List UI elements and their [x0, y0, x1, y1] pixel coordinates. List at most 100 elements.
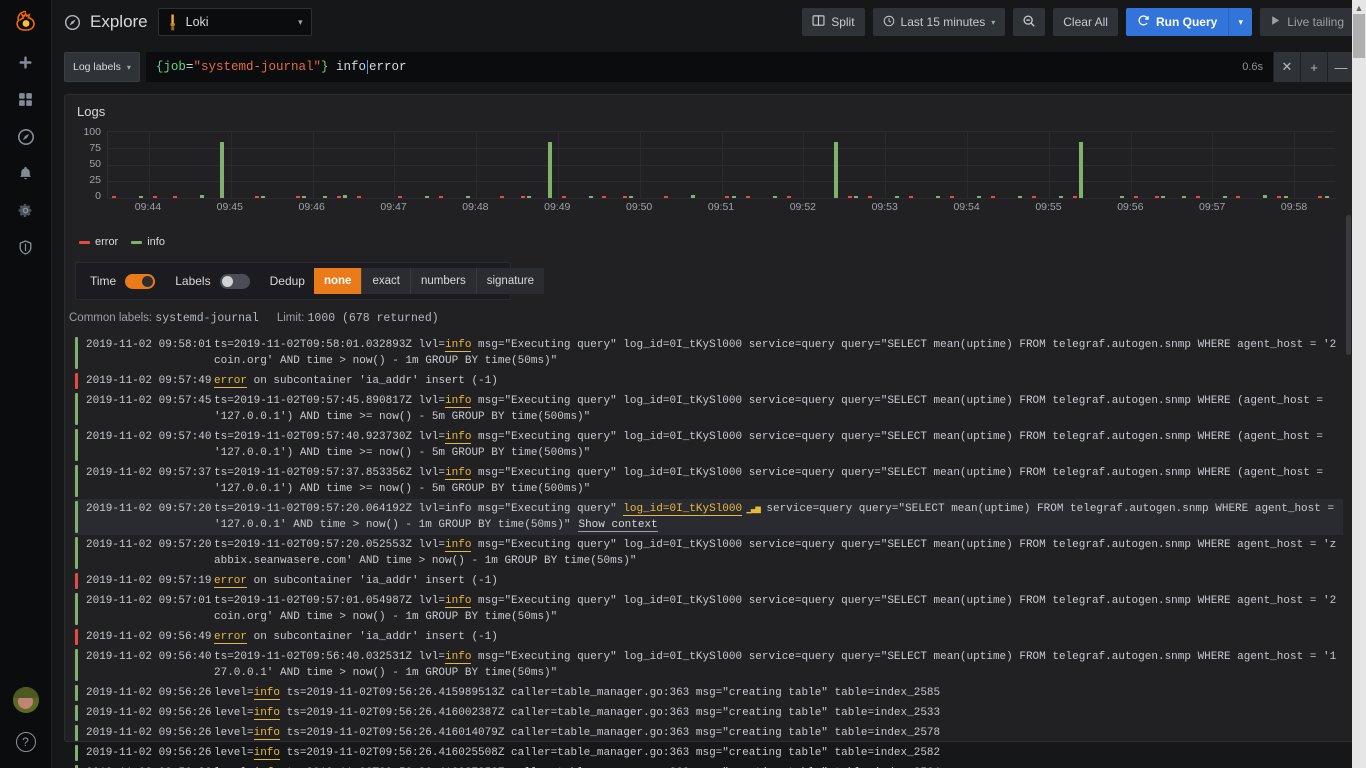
common-labels-label: Common labels: [69, 312, 153, 324]
log-row[interactable]: 2019-11-02 09:57:20 ts=2019-11-02T09:57:2… [75, 535, 1343, 571]
chevron-down-icon: ▾ [298, 16, 303, 27]
page-title-label: Explore [90, 12, 148, 31]
panel-scrollbar[interactable] [1346, 215, 1351, 355]
dedup-group: Dedup none exact numbers signature [270, 268, 545, 294]
log-row[interactable]: 2019-11-02 09:56:26level=info ts=2019-11… [75, 683, 1343, 703]
logs-histogram[interactable]: 100 75 50 25 0 09:44 09:45 09:46 09:47 09:48… [75, 127, 1343, 226]
log-row[interactable]: 2019-11-02 09:57:40 ts=2019-11-02T09:57:4… [75, 427, 1343, 463]
time-toggle[interactable] [125, 273, 156, 289]
chart-bar-error [152, 196, 157, 198]
log-level-token[interactable]: info [253, 747, 281, 760]
plus-icon: + [1310, 59, 1318, 75]
search-minus-icon [1022, 14, 1036, 31]
log-label-link[interactable]: log_id=0I_tKySl000 [623, 503, 743, 516]
sidebar-item-dashboards[interactable] [0, 81, 52, 118]
page-scrollbar[interactable]: ▲ [1352, 0, 1366, 768]
stats-bar-icon[interactable]: ▁▃▅ [742, 504, 761, 514]
log-level-token[interactable]: info [253, 707, 281, 720]
run-query-options-button[interactable]: ▾ [1228, 8, 1253, 36]
log-level-token[interactable]: info [253, 727, 281, 740]
chart-bar-info [854, 196, 859, 198]
query-input[interactable]: {job = "systemd-journal"} info error 0.6s [145, 52, 1273, 82]
sidebar-item-explore[interactable] [0, 118, 52, 155]
chart-bar-info [690, 195, 695, 198]
log-row[interactable]: 2019-11-02 09:58:01 ts=2019-11-02T09:58:0… [75, 335, 1343, 371]
chart-bar-error [500, 196, 505, 198]
add-query-button[interactable]: + [1300, 52, 1327, 82]
dedup-option-exact[interactable]: exact [362, 268, 411, 294]
grafana-logo[interactable] [0, 0, 52, 44]
log-message: ts=2019-11-02T09:57:40.923730Z lvl=info … [214, 431, 1323, 459]
log-message: ts=2019-11-02T09:57:37.853356Z lvl=info … [214, 467, 1323, 495]
sidebar-item-create[interactable] [0, 44, 52, 81]
log-row[interactable]: 2019-11-02 09:57:01 ts=2019-11-02T09:57:0… [75, 591, 1343, 627]
chart-bar-info [220, 141, 225, 198]
run-query-button[interactable]: Run Query [1125, 8, 1229, 36]
live-tailing-button[interactable]: Live tailing [1260, 8, 1354, 36]
log-level-token[interactable]: info [445, 395, 472, 408]
legend-item-error[interactable]: error [79, 236, 118, 248]
time-range-picker[interactable]: Last 15 minutes ▾ [872, 8, 1006, 36]
query-elapsed-time: 0.6s [1242, 61, 1263, 73]
log-level-token[interactable]: error [214, 575, 248, 588]
log-row[interactable]: 2019-11-02 09:56:40 ts=2019-11-02T09:56:4… [75, 647, 1343, 683]
dedup-option-none[interactable]: none [313, 268, 363, 294]
chart-bar-info [895, 196, 900, 198]
log-row[interactable]: 2019-11-02 09:56:26level=info ts=2019-11… [75, 723, 1343, 743]
log-level-token[interactable]: info [445, 339, 472, 352]
y-tick-100: 100 [83, 126, 101, 138]
zoom-out-time-button[interactable] [1013, 8, 1046, 36]
datasource-picker[interactable]: Loki ▾ [157, 8, 312, 36]
log-row[interactable]: 2019-11-02 09:56:49 error on subcontainer… [75, 627, 1343, 647]
split-button[interactable]: Split [802, 8, 865, 36]
log-row[interactable]: 2019-11-02 09:57:45 ts=2019-11-02T09:57:4… [75, 391, 1343, 427]
log-row[interactable]: 2019-11-02 09:57:19 error on subcontainer… [75, 571, 1343, 591]
log-level-token[interactable]: info [445, 539, 472, 552]
chart-bar-error [561, 196, 566, 198]
common-labels-value[interactable]: systemd-journal [155, 312, 259, 325]
x-tick-label: 09:46 [298, 201, 325, 213]
log-level-token[interactable]: info [253, 687, 281, 700]
logs-panel: Logs 100 75 50 25 0 09:44 09:45 09:46 09:47… [64, 94, 1354, 768]
log-message: level=info ts=2019-11-02T09:56:26.416025… [214, 747, 941, 760]
dedup-option-numbers[interactable]: numbers [410, 268, 477, 294]
log-level-token[interactable]: error [214, 631, 248, 644]
log-row[interactable]: 2019-11-02 09:57:20 ts=2019-11-02T09:57:2… [75, 499, 1343, 535]
log-row[interactable]: 2019-11-02 09:57:37 ts=2019-11-02T09:57:3… [75, 463, 1343, 499]
chart-bar-error [847, 196, 852, 198]
sidebar-item-server-admin[interactable] [0, 229, 52, 266]
log-level-token[interactable]: error [214, 375, 248, 388]
log-level-token[interactable]: info [445, 467, 472, 480]
chart-bar-error [1195, 196, 1200, 198]
toolbar-actions: Split Last 15 minutes ▾ Clear All Run Qu… [802, 8, 1354, 36]
log-row[interactable]: 2019-11-02 09:56:26level=info ts=2019-11… [75, 763, 1343, 768]
log-message: ts=2019-11-02T09:58:01.032893Z lvl=info … [214, 339, 1337, 367]
log-row[interactable]: 2019-11-02 09:57:49 error on subcontainer… [75, 371, 1343, 391]
dedup-option-signature[interactable]: signature [476, 268, 545, 294]
help-icon[interactable]: ? [15, 732, 36, 752]
clear-query-button[interactable]: ✕ [1273, 52, 1300, 82]
sidebar-item-configuration[interactable] [0, 192, 52, 229]
labels-toggle[interactable] [219, 273, 250, 289]
chart-bar-error [868, 196, 873, 198]
clear-all-button[interactable]: Clear All [1053, 8, 1118, 36]
log-level-token[interactable]: info [445, 431, 472, 444]
avatar[interactable] [0, 681, 52, 718]
show-context-link[interactable]: Show context [578, 519, 658, 532]
log-level-token[interactable]: info [445, 651, 472, 664]
log-labels-button[interactable]: Log labels ▾ [64, 52, 140, 82]
chart-bar-info [1058, 196, 1063, 198]
chart-bar-info [261, 196, 266, 198]
y-tick-0: 0 [95, 190, 101, 202]
remove-query-button[interactable]: — [1327, 52, 1354, 82]
chart-bar-info [465, 196, 470, 198]
y-tick-75: 75 [89, 142, 101, 154]
log-level-token[interactable]: info [445, 595, 472, 608]
log-row[interactable]: 2019-11-02 09:56:26level=info ts=2019-11… [75, 743, 1343, 763]
legend-item-info[interactable]: info [131, 236, 165, 248]
sidebar-item-alerting[interactable] [0, 155, 52, 192]
scroll-up-arrow[interactable]: ▲ [1352, 1, 1366, 14]
chart-bar-info [1161, 196, 1166, 198]
scrollbar-thumb[interactable] [1353, 14, 1365, 58]
log-row[interactable]: 2019-11-02 09:56:26level=info ts=2019-11… [75, 703, 1343, 723]
